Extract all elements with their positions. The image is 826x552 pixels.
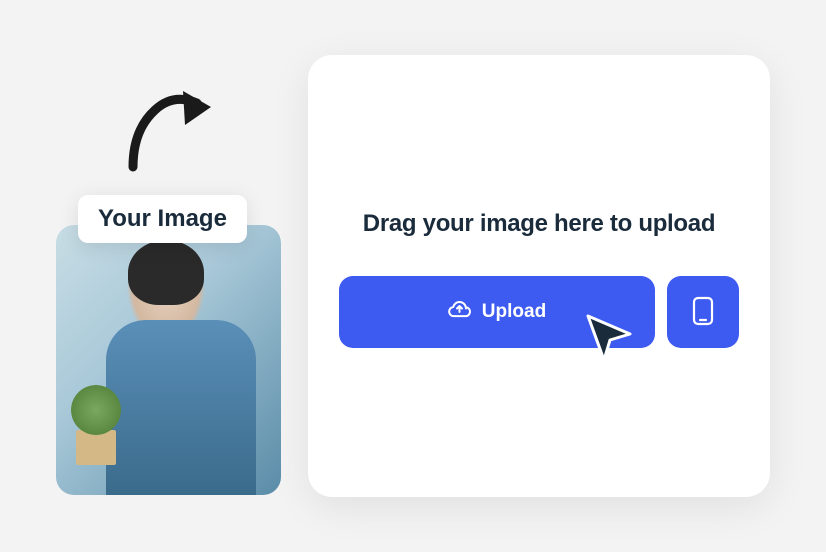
- your-image-label: Your Image: [78, 195, 247, 243]
- your-image-label-text: Your Image: [98, 205, 227, 232]
- phone-icon: [692, 296, 714, 329]
- upload-button-label: Upload: [482, 301, 546, 323]
- curved-arrow-icon: [125, 85, 220, 180]
- dropzone-heading: Drag your image here to upload: [363, 210, 715, 238]
- upload-dropzone[interactable]: Drag your image here to upload Upload: [308, 55, 770, 497]
- button-row: Upload: [339, 276, 739, 348]
- upload-button[interactable]: Upload: [339, 276, 655, 348]
- cloud-upload-icon: [448, 298, 472, 326]
- sample-image-thumbnail: [56, 225, 281, 495]
- mobile-upload-button[interactable]: [667, 276, 739, 348]
